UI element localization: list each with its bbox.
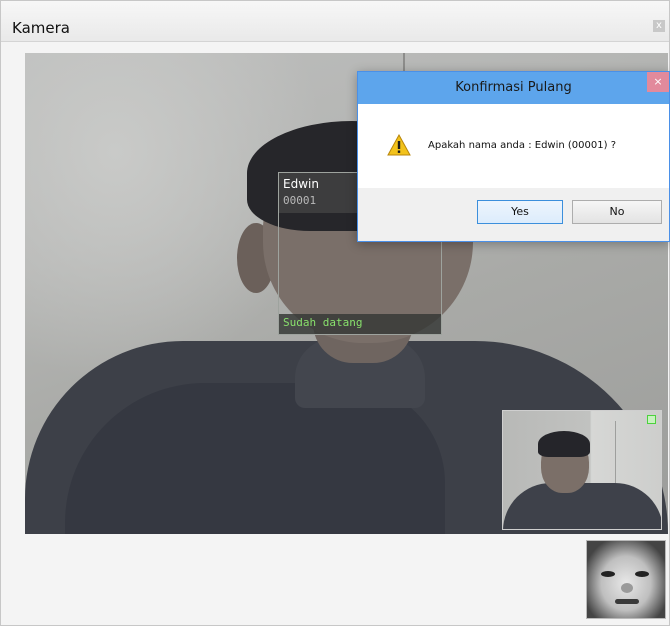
detected-id: 00001 [283, 194, 317, 207]
yes-button[interactable]: Yes [477, 200, 563, 224]
dialog-message: Apakah nama anda : Edwin (00001) ? [428, 140, 616, 151]
thumb-eyes [601, 571, 651, 579]
detected-status: Sudah datang [283, 316, 363, 329]
dialog-footer: Yes No [358, 188, 669, 241]
dialog-titlebar[interactable]: Konfirmasi Pulang × [358, 72, 669, 104]
detected-name: Edwin [283, 177, 319, 191]
thumb-eye-left [601, 571, 615, 577]
dialog-title: Konfirmasi Pulang [455, 80, 572, 95]
thumb-eye-right [635, 571, 649, 577]
window-title: Kamera [12, 19, 70, 37]
thumb-mouth [615, 599, 639, 604]
pip-person-body [503, 483, 661, 529]
no-button[interactable]: No [572, 200, 662, 224]
warning-icon [387, 134, 411, 156]
captured-face-thumbnail [586, 540, 666, 619]
window-close-button[interactable]: x [653, 20, 665, 32]
dialog-close-button[interactable]: × [647, 72, 669, 92]
confirm-dialog: Konfirmasi Pulang × Apakah nama anda : E… [357, 71, 670, 242]
window-titlebar[interactable]: Kamera x [1, 1, 669, 42]
thumb-nose [621, 583, 633, 593]
face-status-panel: Sudah datang [279, 314, 441, 334]
camera-preview-thumbnail [502, 410, 662, 530]
pip-status-indicator [647, 415, 656, 424]
pip-person-hair [538, 431, 590, 457]
dialog-body: Apakah nama anda : Edwin (00001) ? [358, 104, 669, 188]
